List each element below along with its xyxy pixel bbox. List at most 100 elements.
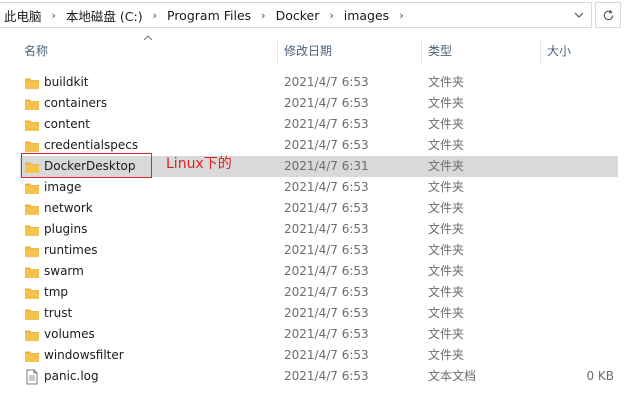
file-row[interactable]: swarm 2021/4/7 6:53 文件夹 xyxy=(20,261,618,282)
file-name: buildkit xyxy=(44,75,89,89)
file-date: 2021/4/7 6:53 xyxy=(284,264,369,278)
breadcrumb-item[interactable]: Program Files › xyxy=(163,3,272,27)
file-date: 2021/4/7 6:53 xyxy=(284,201,369,215)
file-row[interactable]: trust 2021/4/7 6:53 文件夹 xyxy=(20,303,618,324)
file-type: 文件夹 xyxy=(428,306,465,320)
folder-icon xyxy=(24,180,40,196)
file-name: credentialspecs xyxy=(44,138,139,152)
breadcrumb-item[interactable]: images › xyxy=(340,3,410,27)
file-size xyxy=(540,198,614,219)
file-type: 文件夹 xyxy=(428,180,465,194)
chevron-right-icon[interactable]: › xyxy=(321,9,339,22)
chevron-right-icon[interactable]: › xyxy=(44,9,62,22)
file-size xyxy=(540,219,614,240)
file-size xyxy=(540,177,614,198)
file-name: DockerDesktop xyxy=(44,159,136,173)
chevron-right-icon[interactable]: › xyxy=(391,9,409,22)
file-size xyxy=(540,324,614,345)
file-row[interactable]: buildkit 2021/4/7 6:53 文件夹 xyxy=(20,72,618,93)
file-size xyxy=(540,282,614,303)
file-row[interactable]: panic.log 2021/4/7 6:53 文本文档 0 KB xyxy=(20,366,618,387)
file-size xyxy=(540,114,614,135)
breadcrumb-label: Docker xyxy=(275,7,320,23)
file-type: 文件夹 xyxy=(428,75,465,89)
file-name: volumes xyxy=(44,327,95,341)
file-date: 2021/4/7 6:31 xyxy=(284,159,369,173)
folder-icon xyxy=(24,138,40,154)
folder-icon xyxy=(24,159,40,175)
file-row[interactable]: runtimes 2021/4/7 6:53 文件夹 xyxy=(20,240,618,261)
text-file-icon xyxy=(24,369,40,385)
file-date: 2021/4/7 6:53 xyxy=(284,117,369,131)
folder-icon xyxy=(24,222,40,238)
file-type: 文件夹 xyxy=(428,327,465,341)
file-row[interactable]: windowsfilter 2021/4/7 6:53 文件夹 xyxy=(20,345,618,366)
file-date: 2021/4/7 6:53 xyxy=(284,138,369,152)
breadcrumb-label: images xyxy=(343,7,390,23)
file-name: runtimes xyxy=(44,243,98,257)
folder-icon xyxy=(24,96,40,112)
file-row[interactable]: image 2021/4/7 6:53 文件夹 xyxy=(20,177,618,198)
file-type: 文件夹 xyxy=(428,159,465,173)
file-date: 2021/4/7 6:53 xyxy=(284,180,369,194)
file-date: 2021/4/7 6:53 xyxy=(284,222,369,236)
breadcrumb-item[interactable]: 本地磁盘 (C:) › xyxy=(62,3,163,27)
file-type: 文件夹 xyxy=(428,201,465,215)
breadcrumb-item[interactable]: Docker › xyxy=(272,3,340,27)
file-size xyxy=(540,261,614,282)
file-name: plugins xyxy=(44,222,88,236)
file-date: 2021/4/7 6:53 xyxy=(284,285,369,299)
file-type: 文件夹 xyxy=(428,222,465,236)
file-date: 2021/4/7 6:53 xyxy=(284,75,369,89)
file-row[interactable]: network 2021/4/7 6:53 文件夹 xyxy=(20,198,618,219)
file-size xyxy=(540,240,614,261)
chevron-down-icon[interactable] xyxy=(567,3,591,27)
breadcrumb-label: Program Files xyxy=(167,7,252,23)
file-row[interactable]: DockerDesktop 2021/4/7 6:31 文件夹 xyxy=(20,156,618,177)
chevron-right-icon[interactable]: › xyxy=(145,9,163,22)
folder-icon xyxy=(24,306,40,322)
folder-icon xyxy=(24,201,40,217)
folder-icon xyxy=(24,327,40,343)
chevron-right-icon[interactable]: › xyxy=(253,9,271,22)
folder-icon xyxy=(24,285,40,301)
column-header-size[interactable]: 大小 xyxy=(541,40,621,62)
file-type: 文件夹 xyxy=(428,96,465,110)
column-header-type[interactable]: 类型 xyxy=(422,40,540,62)
refresh-button[interactable] xyxy=(595,2,621,28)
file-name: swarm xyxy=(44,264,84,278)
file-row[interactable]: containers 2021/4/7 6:53 文件夹 xyxy=(20,93,618,114)
file-date: 2021/4/7 6:53 xyxy=(284,96,369,110)
address-bar-area: 此电脑 › 本地磁盘 (C:) › Program Files › Docker › image… xyxy=(0,2,622,30)
file-row[interactable]: credentialspecs 2021/4/7 6:53 文件夹 xyxy=(20,135,618,156)
file-row[interactable]: volumes 2021/4/7 6:53 文件夹 xyxy=(20,324,618,345)
breadcrumb-item[interactable]: 此电脑 › xyxy=(0,3,62,27)
address-bar[interactable]: 此电脑 › 本地磁盘 (C:) › Program Files › Docker › image… xyxy=(0,2,592,28)
file-date: 2021/4/7 6:53 xyxy=(284,327,369,341)
file-type: 文本文档 xyxy=(428,369,477,383)
file-type: 文件夹 xyxy=(428,285,465,299)
file-size: 0 KB xyxy=(586,369,614,383)
file-name: panic.log xyxy=(44,369,99,383)
file-date: 2021/4/7 6:53 xyxy=(284,348,369,362)
folder-icon xyxy=(24,264,40,280)
file-date: 2021/4/7 6:53 xyxy=(284,369,369,383)
file-name: trust xyxy=(44,306,73,320)
file-size xyxy=(540,345,614,366)
column-header-date[interactable]: 修改日期 xyxy=(278,40,420,62)
file-row[interactable]: tmp 2021/4/7 6:53 文件夹 xyxy=(20,282,618,303)
file-type: 文件夹 xyxy=(428,348,465,362)
file-name: network xyxy=(44,201,93,215)
file-size xyxy=(540,135,614,156)
file-row[interactable]: content 2021/4/7 6:53 文件夹 xyxy=(20,114,618,135)
file-size xyxy=(540,93,614,114)
file-row[interactable]: plugins 2021/4/7 6:53 文件夹 xyxy=(20,219,618,240)
refresh-icon xyxy=(603,9,613,20)
file-date: 2021/4/7 6:53 xyxy=(284,243,369,257)
file-type: 文件夹 xyxy=(428,138,465,152)
column-header-name[interactable]: 名称 xyxy=(18,40,276,62)
folder-icon xyxy=(24,348,40,364)
file-type: 文件夹 xyxy=(428,264,465,278)
file-size xyxy=(540,303,614,324)
folder-icon xyxy=(24,243,40,259)
